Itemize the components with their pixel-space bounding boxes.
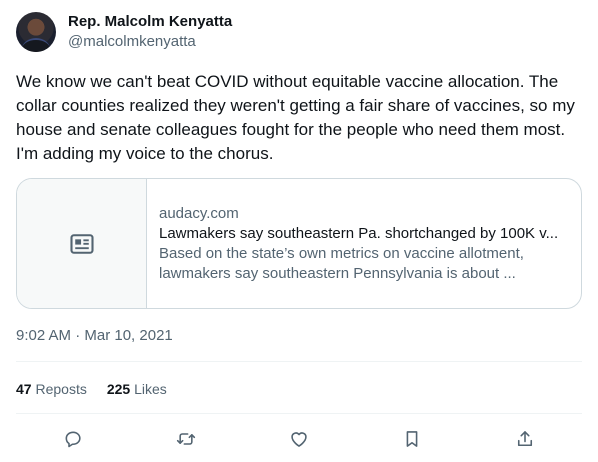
reply-button[interactable] <box>56 426 90 452</box>
reposts-count: 47 <box>16 381 32 397</box>
repost-button[interactable] <box>169 426 203 452</box>
share-button[interactable] <box>508 426 542 452</box>
article-icon <box>69 233 94 254</box>
bookmark-icon <box>406 431 418 447</box>
likes-stat[interactable]: 225 Likes <box>107 379 167 399</box>
bookmark-button[interactable] <box>395 426 429 452</box>
tweet-text: We know we can't beat COVID without equi… <box>16 72 575 163</box>
tweet-timestamp[interactable]: 9:02 AM · Mar 10, 2021 <box>16 326 173 346</box>
avatar[interactable] <box>16 12 56 52</box>
user-handle[interactable]: @malcolmkenyatta <box>68 32 232 52</box>
like-button[interactable] <box>282 426 316 452</box>
card-thumbnail <box>17 179 147 308</box>
display-name[interactable]: Rep. Malcolm Kenyatta <box>68 12 232 32</box>
share-icon <box>518 431 533 447</box>
reposts-label: Reposts <box>35 381 87 397</box>
tweet-header: Rep. Malcolm Kenyatta @malcolmkenyatta <box>16 12 232 52</box>
link-card[interactable]: audacy.com Lawmakers say southeastern Pa… <box>16 178 582 309</box>
author-names: Rep. Malcolm Kenyatta @malcolmkenyatta <box>68 12 232 52</box>
reply-icon <box>65 431 81 448</box>
repost-icon <box>176 433 195 445</box>
likes-label: Likes <box>134 381 167 397</box>
card-title: Lawmakers say southeastern Pa. shortchan… <box>159 224 559 242</box>
card-domain: audacy.com <box>159 204 239 222</box>
likes-count: 225 <box>106 381 131 397</box>
divider <box>16 361 582 362</box>
card-body: audacy.com Lawmakers say southeastern Pa… <box>147 179 581 308</box>
heart-icon <box>291 432 307 447</box>
divider <box>16 413 582 414</box>
engagement-stats: 47 Reposts 225 Likes <box>16 379 187 399</box>
card-description: Based on the state’s own metrics on vacc… <box>159 244 524 282</box>
reposts-stat[interactable]: 47 Reposts <box>16 379 87 399</box>
action-bar <box>16 426 582 452</box>
